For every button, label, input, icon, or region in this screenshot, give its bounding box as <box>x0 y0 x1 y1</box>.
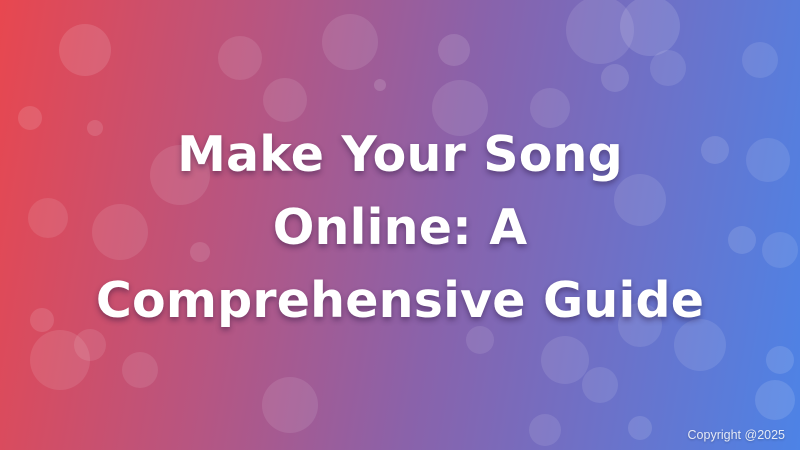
hero-banner: Make Your Song Online: A Comprehensive G… <box>0 0 800 450</box>
title-line-2: Online: A <box>272 199 528 256</box>
copyright-notice: Copyright @2025 <box>687 428 785 442</box>
title-line-3: Comprehensive Guide <box>95 272 705 329</box>
page-title: Make Your Song Online: A Comprehensive G… <box>40 118 760 337</box>
title-line-1: Make Your Song <box>177 126 623 183</box>
